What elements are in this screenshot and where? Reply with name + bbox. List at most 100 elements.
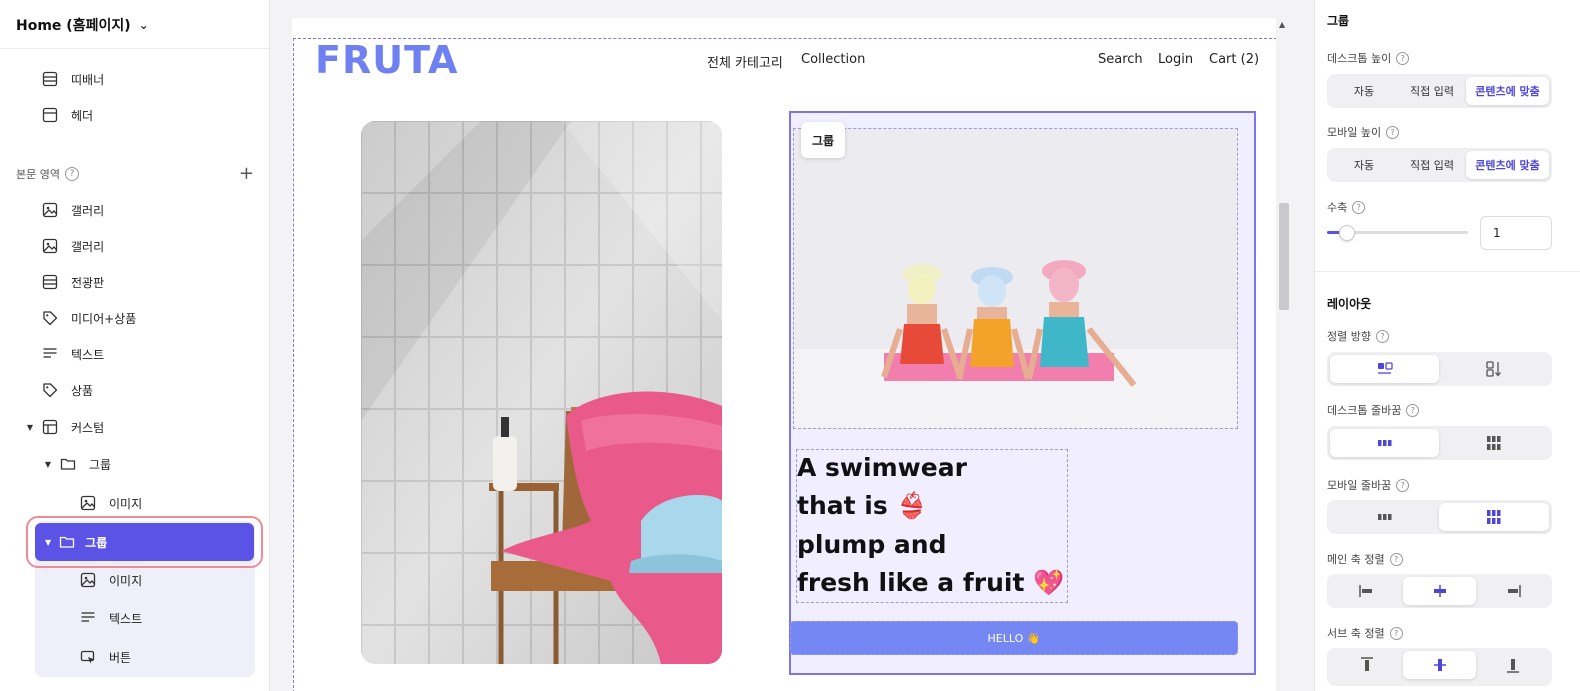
caret-down-icon[interactable]: ▼: [45, 538, 51, 547]
sidebar-item-button[interactable]: 버튼: [0, 639, 269, 675]
sidebar-item-label: 미디어+상품: [71, 311, 137, 326]
page-select[interactable]: Home (홈페이지) ⌄: [16, 14, 149, 36]
help-icon[interactable]: ?: [1352, 200, 1366, 214]
sidebar-item-media-product[interactable]: 미디어+상품: [0, 300, 269, 336]
group-image-swimwear[interactable]: [793, 128, 1238, 429]
scroll-up-icon[interactable]: ▲: [1279, 20, 1285, 29]
tag-icon: [42, 310, 58, 326]
align-start-icon[interactable]: [1330, 577, 1403, 605]
nowrap-icon[interactable]: [1330, 503, 1439, 531]
sidebar-item-label: 커스텀: [71, 420, 105, 435]
cross-align-top-icon[interactable]: [1330, 651, 1403, 679]
sidebar-item-label: 그룹: [85, 535, 108, 550]
align-center-icon[interactable]: [1403, 577, 1476, 605]
editor-canvas: FRUTA 전체 카테고리 Collection Search Login Ca…: [271, 0, 1314, 691]
headline-line-3: plump and: [797, 530, 947, 559]
desktop-height-auto[interactable]: 자동: [1330, 77, 1398, 105]
image-icon: [42, 202, 58, 218]
desktop-height-manual[interactable]: 직접 입력: [1398, 77, 1466, 105]
sidebar-item-product[interactable]: 상품: [0, 372, 269, 408]
cross-axis-label: 서브 축 정렬 ?: [1327, 625, 1403, 641]
help-icon[interactable]: ?: [1389, 552, 1403, 566]
sidebar-item-group[interactable]: ▼ 그룹: [0, 446, 269, 482]
body-section-header: 본문 영역 ? +: [16, 164, 254, 184]
nav-link-categories[interactable]: 전체 카테고리: [707, 52, 783, 71]
desktop-height-fit-content[interactable]: 콘텐츠에 맞춤: [1466, 77, 1549, 105]
help-icon[interactable]: ?: [64, 167, 79, 181]
mobile-height-label: 모바일 높이 ?: [1327, 124, 1400, 140]
add-section-button[interactable]: +: [239, 165, 254, 183]
canvas-scrollbar[interactable]: [1276, 18, 1292, 691]
sidebar-item-label: 헤더: [71, 108, 94, 123]
canvas-scrollbar-thumb[interactable]: [1279, 203, 1289, 310]
headline-line-2: that is 👙: [797, 491, 928, 520]
sidebar-item-text[interactable]: 텍스트: [0, 600, 269, 636]
mobile-height-fit-content[interactable]: 콘텐츠에 맞춤: [1466, 151, 1549, 179]
sidebar-item-billboard[interactable]: 전광판: [0, 264, 269, 300]
nowrap-icon[interactable]: [1330, 429, 1439, 457]
shrink-slider-handle[interactable]: [1339, 225, 1355, 241]
help-icon[interactable]: ?: [1396, 51, 1410, 65]
sidebar-item-label: 이미지: [109, 496, 143, 511]
nav-link-cart[interactable]: Cart (2): [1209, 52, 1259, 67]
sidebar-divider: [0, 48, 269, 49]
help-icon[interactable]: ?: [1386, 125, 1400, 139]
sidebar-item-image[interactable]: 이미지: [0, 562, 269, 598]
sidebar-item-group-selected[interactable]: ▼ 그룹: [35, 523, 254, 561]
caret-down-icon[interactable]: ▼: [24, 423, 36, 432]
mobile-height-manual[interactable]: 직접 입력: [1398, 151, 1466, 179]
sidebar-item-label: 갤러리: [71, 203, 105, 218]
desktop-height-label-text: 데스크톱 높이: [1327, 52, 1392, 65]
direction-segmented: [1327, 352, 1552, 386]
help-icon[interactable]: ?: [1389, 626, 1403, 640]
help-icon[interactable]: ?: [1396, 478, 1410, 492]
direction-vertical-icon[interactable]: [1439, 355, 1549, 383]
sidebar-item-text[interactable]: 텍스트: [0, 336, 269, 372]
sidebar-item-gallery[interactable]: 갤러리: [0, 192, 269, 228]
direction-label-text: 정렬 방향: [1327, 330, 1371, 343]
align-end-icon[interactable]: [1476, 577, 1549, 605]
cross-align-center-icon[interactable]: [1403, 651, 1476, 679]
main-axis-label-text: 메인 축 정렬: [1327, 553, 1385, 566]
wrap-icon[interactable]: [1439, 503, 1549, 531]
nav-link-login[interactable]: Login: [1158, 52, 1193, 67]
sidebar-item-label: 그룹: [89, 457, 112, 472]
sidebar-item-gallery[interactable]: 갤러리: [0, 228, 269, 264]
sidebar-item-label: 버튼: [109, 650, 132, 665]
gallery-image-chair[interactable]: [361, 121, 722, 664]
sidebar-item-header[interactable]: 헤더: [0, 97, 269, 133]
panel-divider: [1315, 271, 1580, 272]
wrap-icon[interactable]: [1439, 429, 1549, 457]
sidebar-item-custom[interactable]: ▼ 커스텀: [0, 409, 269, 445]
desktop-wrap-label-text: 데스크톱 줄바꿈: [1327, 404, 1402, 417]
direction-horizontal-icon[interactable]: [1330, 355, 1439, 383]
site-logo[interactable]: FRUTA: [315, 38, 458, 82]
sidebar-item-label: 텍스트: [71, 347, 105, 362]
nav-link-collection[interactable]: Collection: [801, 52, 865, 67]
mobile-height-auto[interactable]: 자동: [1330, 151, 1398, 179]
banner-icon: [42, 274, 58, 290]
mobile-wrap-label-text: 모바일 줄바꿈: [1327, 479, 1392, 492]
main-axis-label: 메인 축 정렬 ?: [1327, 551, 1403, 567]
desktop-height-segmented: 자동 직접 입력 콘텐츠에 맞춤: [1327, 74, 1552, 108]
cross-axis-label-text: 서브 축 정렬: [1327, 627, 1385, 640]
cross-align-bottom-icon[interactable]: [1476, 651, 1549, 679]
headline-line-4: fresh like a fruit 💖: [797, 568, 1065, 597]
group-badge: 그룹: [801, 122, 845, 158]
caret-down-icon[interactable]: ▼: [42, 460, 54, 469]
layout-icon: [42, 419, 58, 435]
nav-link-search[interactable]: Search: [1098, 52, 1143, 67]
layout-section-title: 레이아웃: [1327, 297, 1372, 311]
help-icon[interactable]: ?: [1375, 329, 1389, 343]
desktop-height-label: 데스크톱 높이 ?: [1327, 50, 1410, 66]
panel-title: 그룹: [1327, 14, 1350, 28]
shrink-input[interactable]: 1: [1480, 216, 1552, 250]
banner-icon: [42, 71, 58, 87]
image-icon: [80, 495, 96, 511]
shrink-label: 수축 ?: [1327, 199, 1366, 215]
header-icon: [42, 107, 58, 123]
help-icon[interactable]: ?: [1406, 403, 1420, 417]
sidebar-item-banner[interactable]: 띠배너: [0, 61, 269, 97]
hello-button[interactable]: HELLO 👋: [790, 621, 1238, 655]
folder-icon: [59, 534, 75, 550]
